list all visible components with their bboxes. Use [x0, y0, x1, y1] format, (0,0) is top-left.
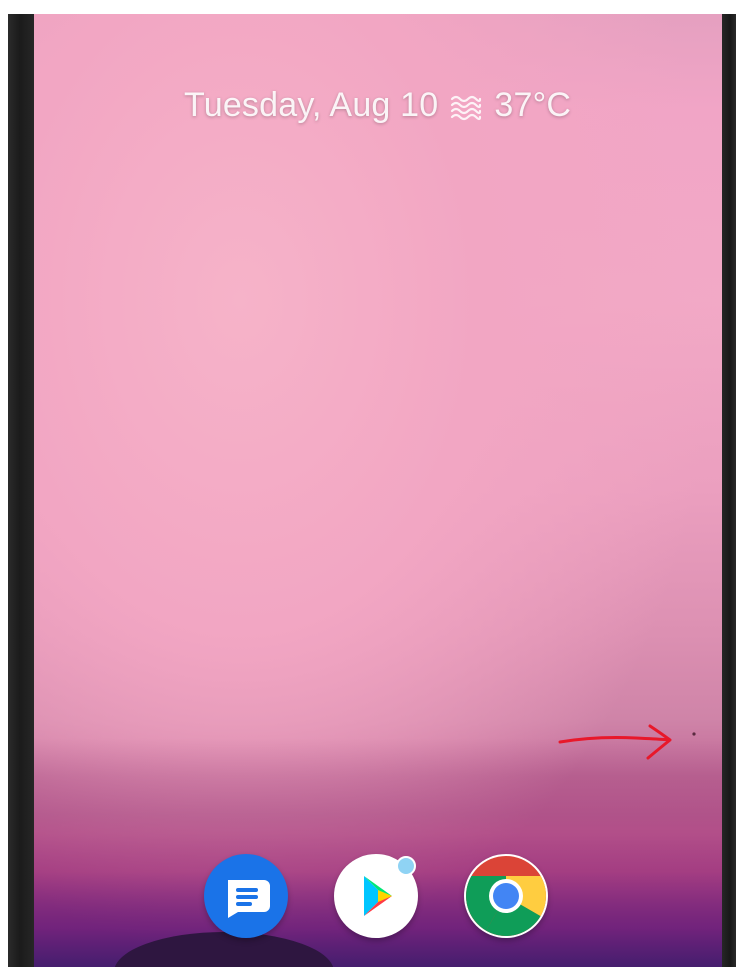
chrome-app-icon[interactable] — [464, 854, 548, 938]
device-bezel-left — [8, 14, 34, 967]
temperature-label[interactable]: 37°C — [494, 86, 571, 125]
haze-icon — [450, 91, 482, 121]
home-screen-wallpaper[interactable]: Tuesday, Aug 10 37°C — [34, 14, 722, 967]
messages-app-icon[interactable] — [204, 854, 288, 938]
at-a-glance-widget[interactable]: Tuesday, Aug 10 37°C — [184, 82, 571, 128]
chrome-icon — [466, 856, 546, 936]
messages-icon — [228, 880, 270, 918]
app-dock — [204, 854, 554, 938]
date-label[interactable]: Tuesday, Aug 10 — [184, 86, 438, 125]
device-bezel-right — [722, 14, 736, 967]
red-arrow-annotation — [558, 724, 696, 760]
play-store-notification-badge — [396, 856, 416, 876]
